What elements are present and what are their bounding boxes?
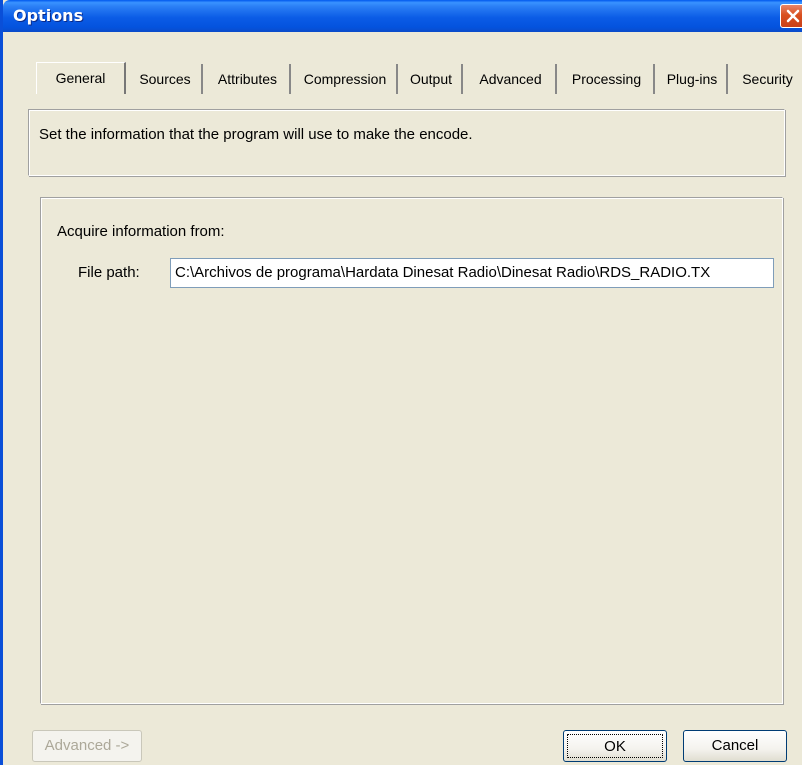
options-dialog: Options General Sources Attributes Compr… <box>0 0 802 765</box>
window-title: Options <box>13 6 84 25</box>
tab-general[interactable]: General <box>36 62 126 94</box>
tab-output-label: Output <box>409 71 453 87</box>
tab-general-label: General <box>55 70 106 86</box>
cancel-button[interactable]: Cancel <box>683 730 787 762</box>
tab-output[interactable]: Output <box>401 64 463 94</box>
tab-compression[interactable]: Compression <box>294 64 398 94</box>
tab-sources[interactable]: Sources <box>129 64 203 94</box>
description-text: Set the information that the program wil… <box>39 126 473 143</box>
file-path-label: File path: <box>78 264 140 281</box>
close-icon <box>786 9 800 23</box>
tab-processing-label: Processing <box>571 71 642 87</box>
tab-plug-ins-label: Plug-ins <box>666 71 718 87</box>
tab-advanced[interactable]: Advanced <box>466 64 557 94</box>
tab-processing[interactable]: Processing <box>560 64 655 94</box>
tab-plug-ins[interactable]: Plug-ins <box>658 64 728 94</box>
acquire-group-label: Acquire information from: <box>57 223 225 240</box>
advanced-button[interactable]: Advanced -> <box>32 730 142 762</box>
tab-strip: General Sources Attributes Compression O… <box>28 62 793 94</box>
ok-button[interactable]: OK <box>563 730 667 762</box>
tab-advanced-label: Advanced <box>479 71 542 87</box>
tab-security-label: Security <box>742 71 793 87</box>
tab-attributes-label: Attributes <box>217 71 278 87</box>
title-bar[interactable]: Options <box>3 0 802 32</box>
close-button[interactable] <box>780 4 802 28</box>
ok-button-label: OK <box>604 738 626 755</box>
tab-attributes[interactable]: Attributes <box>206 64 291 94</box>
tab-compression-label: Compression <box>303 71 387 87</box>
ok-focus-rect: OK <box>567 734 663 758</box>
tab-sources-label: Sources <box>139 71 191 87</box>
file-path-input[interactable]: C:\Archivos de programa\Hardata Dinesat … <box>170 258 774 288</box>
tab-security[interactable]: Security <box>731 64 802 94</box>
